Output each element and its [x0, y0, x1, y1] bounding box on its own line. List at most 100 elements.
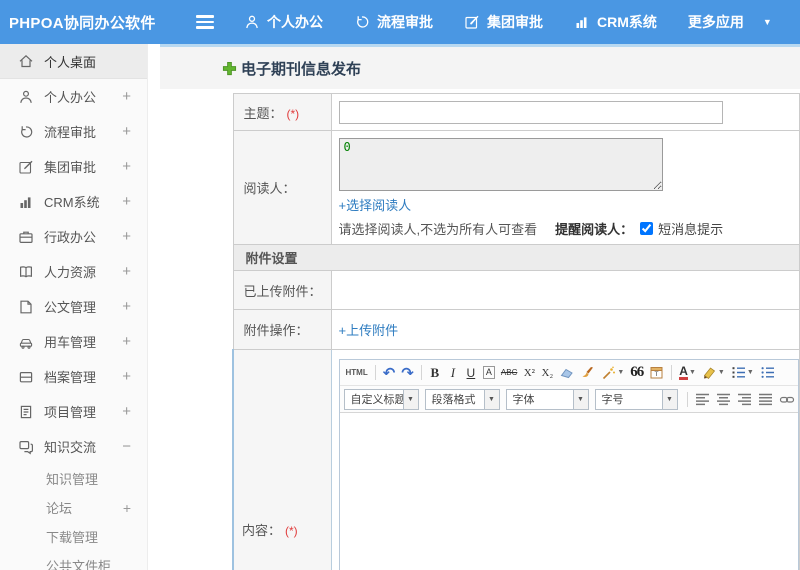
- readers-textarea[interactable]: 0: [338, 138, 663, 191]
- expand-sign[interactable]: +: [122, 123, 131, 140]
- caret-down-icon: ▼: [661, 389, 677, 409]
- sidebar-subitem-public-cabinet[interactable]: 公共文件柜: [0, 551, 147, 570]
- sidebar-item-official-docs[interactable]: 公文管理 +: [0, 289, 147, 324]
- align-right-button[interactable]: [735, 390, 754, 409]
- expand-sign[interactable]: +: [122, 333, 131, 350]
- italic-button[interactable]: I: [445, 363, 461, 382]
- sidebar-item-workflow-approval[interactable]: 流程审批 +: [0, 114, 147, 149]
- select-readers-link[interactable]: +选择阅读人: [339, 198, 412, 213]
- custom-heading-dropdown[interactable]: 自定义标题 ▼: [343, 388, 419, 410]
- home-icon: [17, 53, 34, 70]
- sidebar-item-label: CRM系统: [44, 195, 100, 210]
- subject-label: 主题：: [243, 105, 283, 121]
- subject-label-cell: 主题： (*): [232, 93, 332, 131]
- eraser-button[interactable]: [557, 363, 576, 382]
- expand-sign[interactable]: +: [122, 88, 131, 105]
- sidebar-item-group-approval[interactable]: 集团审批 +: [0, 149, 147, 184]
- readers-label: 阅读人：: [243, 181, 296, 196]
- app-header: PHPOA协同办公软件 个人办公 流程审批 集团审批 CRM系统 更多应用 ▼: [0, 0, 800, 44]
- sidebar-subitem-knowledge-mgmt[interactable]: 知识管理: [0, 464, 147, 493]
- project-icon: [17, 403, 34, 420]
- magic-wand-button[interactable]: ▼: [599, 363, 626, 382]
- archive-icon: [17, 368, 34, 385]
- unordered-list-button[interactable]: [758, 363, 777, 382]
- nav-label: CRM系统: [597, 14, 657, 30]
- nav-group-approval[interactable]: 集团审批: [464, 12, 543, 32]
- sidebar-item-label: 项目管理: [44, 405, 97, 420]
- sidebar-content-gap: [148, 44, 160, 570]
- sidebar-subitem-download-mgmt[interactable]: 下载管理: [0, 522, 147, 551]
- font-family-dropdown[interactable]: 字体 ▼: [505, 388, 589, 410]
- caret-down-icon[interactable]: ▼: [763, 17, 772, 27]
- insert-link-button[interactable]: [777, 390, 797, 409]
- expand-sign[interactable]: +: [122, 193, 131, 210]
- uploaded-value-cell: [330, 270, 800, 310]
- expand-sign[interactable]: +: [122, 403, 131, 420]
- top-nav: 个人办公 流程审批 集团审批 CRM系统 更多应用 ▼: [244, 12, 772, 32]
- attachment-op-value-cell: +上传附件: [330, 309, 800, 350]
- align-justify-button[interactable]: [756, 390, 775, 409]
- subject-row: 主题： (*): [232, 93, 800, 131]
- attachment-op-label-cell: 附件操作：: [232, 309, 332, 350]
- subscript-button[interactable]: X₂: [539, 363, 555, 382]
- nav-workflow-approval[interactable]: 流程审批: [354, 12, 433, 32]
- subject-input[interactable]: [338, 100, 723, 124]
- highlight-pen-button[interactable]: ▼: [700, 363, 727, 382]
- sidebar-subitem-forum[interactable]: 论坛 +: [0, 493, 147, 522]
- expand-sign[interactable]: +: [122, 228, 131, 245]
- content-row: 内容： (*) HTML ↶ ↷ B I U A ABC X² X₂ ▼ 66 …: [232, 349, 800, 570]
- blockquote-button[interactable]: 66: [628, 363, 645, 382]
- sms-notify-checkbox[interactable]: [640, 222, 654, 235]
- bar-chart-icon: [17, 193, 34, 210]
- sidebar-item-project-mgmt[interactable]: 项目管理 +: [0, 394, 147, 429]
- sidebar-item-knowledge-exchange[interactable]: 知识交流 −: [0, 429, 147, 464]
- content-editor-cell: HTML ↶ ↷ B I U A ABC X² X₂ ▼ 66 T A ▼ ▼ …: [331, 349, 800, 570]
- sidebar-item-label: 行政办公: [44, 230, 97, 245]
- expand-sign[interactable]: +: [122, 263, 131, 280]
- readers-row: 阅读人： 0 +选择阅读人 请选择阅读人,不选为所有人可查看 提醒阅读人： 短消…: [232, 130, 800, 245]
- nav-personal-office[interactable]: 个人办公: [244, 12, 323, 32]
- sidebar-item-vehicle-mgmt[interactable]: 用车管理 +: [0, 324, 147, 359]
- nav-crm-system[interactable]: CRM系统: [574, 12, 657, 32]
- font-color-button[interactable]: A ▼: [677, 363, 698, 382]
- menu-toggle-icon[interactable]: [196, 15, 214, 29]
- attachment-section-row: 附件设置: [232, 244, 800, 271]
- underline-button[interactable]: U: [463, 363, 479, 382]
- sidebar-item-label: 个人办公: [44, 90, 97, 105]
- expand-sign[interactable]: +: [122, 298, 131, 315]
- superscript-button[interactable]: X²: [521, 363, 537, 382]
- font-size-dropdown[interactable]: 字号 ▼: [594, 388, 678, 410]
- sidebar-item-human-resources[interactable]: 人力资源 +: [0, 254, 147, 289]
- html-source-button[interactable]: HTML: [344, 363, 370, 382]
- sidebar-item-personal-desktop[interactable]: 个人桌面: [0, 44, 147, 79]
- main-content: 电子期刊信息发布 主题： (*) 阅读人： 0 +选择阅读人 请选择阅读人,不选…: [160, 44, 800, 570]
- redo-button[interactable]: ↷: [399, 363, 416, 382]
- expand-sign[interactable]: +: [122, 158, 131, 175]
- remind-readers-label: 提醒阅读人：: [555, 222, 634, 237]
- expand-sign[interactable]: +: [122, 368, 131, 385]
- editor-content-area[interactable]: [339, 413, 798, 570]
- align-left-button[interactable]: [693, 390, 712, 409]
- edit-icon: [464, 14, 480, 30]
- sidebar-item-admin-office[interactable]: 行政办公 +: [0, 219, 147, 254]
- font-style-button[interactable]: A: [481, 363, 497, 382]
- upload-attachment-link[interactable]: +上传附件: [339, 323, 399, 338]
- format-brush-button[interactable]: [578, 363, 597, 382]
- caret-down-icon: ▼: [402, 389, 418, 409]
- sidebar-item-crm-system[interactable]: CRM系统 +: [0, 184, 147, 219]
- nav-label: 集团审批: [487, 14, 543, 30]
- ordered-list-button[interactable]: ▼: [729, 363, 756, 382]
- nav-more-apps[interactable]: 更多应用: [688, 12, 744, 32]
- edit-icon: [17, 158, 34, 175]
- sidebar-item-archive-mgmt[interactable]: 档案管理 +: [0, 359, 147, 394]
- paragraph-format-dropdown[interactable]: 段落格式 ▼: [424, 388, 500, 410]
- sidebar-item-personal-office[interactable]: 个人办公 +: [0, 79, 147, 114]
- undo-button[interactable]: ↶: [381, 363, 398, 382]
- required-mark: (*): [285, 524, 298, 538]
- paste-as-text-button[interactable]: T: [647, 363, 666, 382]
- strikethrough-button[interactable]: ABC: [499, 363, 519, 382]
- bold-button[interactable]: B: [427, 363, 443, 382]
- align-center-button[interactable]: [714, 390, 733, 409]
- expand-sign[interactable]: +: [123, 500, 131, 516]
- collapse-sign[interactable]: −: [122, 438, 131, 455]
